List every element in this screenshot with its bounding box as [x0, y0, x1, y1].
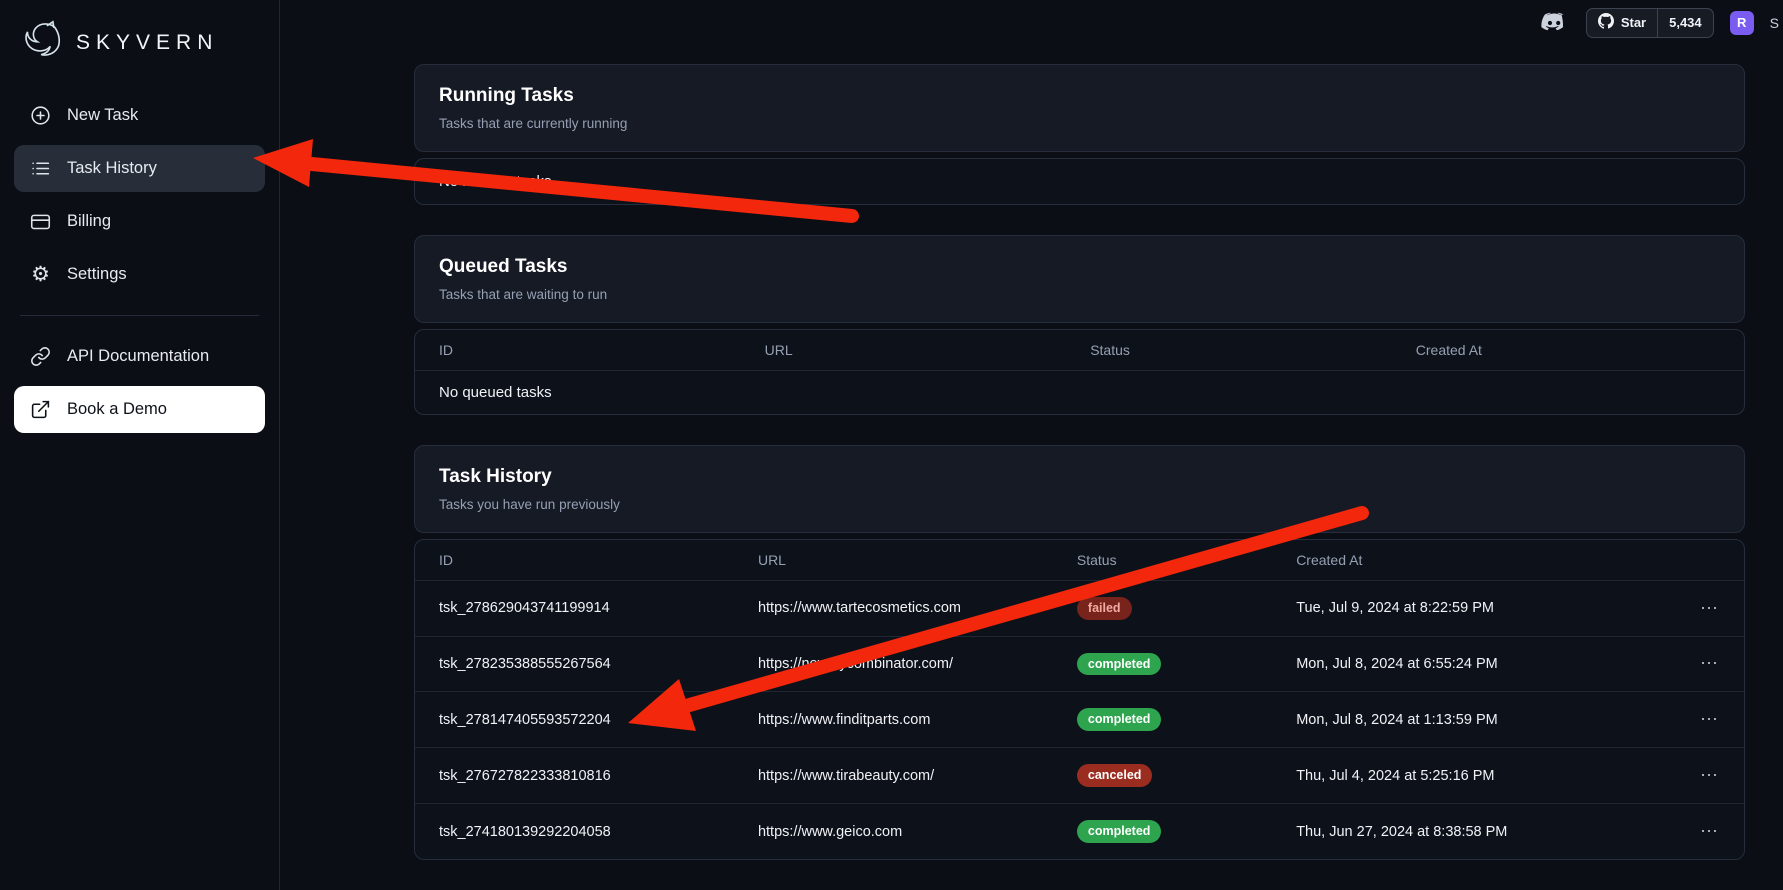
queued-tasks-empty-row: No queued tasks	[415, 370, 1744, 414]
external-link-icon	[29, 398, 52, 421]
row-actions-menu-icon[interactable]: ⋯	[1658, 748, 1744, 804]
book-a-demo-button[interactable]: Book a Demo	[14, 386, 265, 433]
status-badge: completed	[1077, 820, 1162, 843]
queued-tasks-subtitle: Tasks that are waiting to run	[439, 287, 1720, 302]
task-history-table: ID URL Status Created At tsk_27862904374…	[415, 540, 1744, 859]
sidebar-item-label: Settings	[67, 265, 127, 284]
task-created-at: Mon, Jul 8, 2024 at 6:55:24 PM	[1272, 636, 1657, 692]
sidebar-item-label: Book a Demo	[67, 400, 167, 419]
link-icon	[29, 345, 52, 368]
task-history-section: Task History Tasks you have run previous…	[414, 445, 1745, 860]
task-history-table-card: ID URL Status Created At tsk_27862904374…	[414, 539, 1745, 860]
row-actions-menu-icon[interactable]: ⋯	[1658, 580, 1744, 636]
queued-tasks-empty: No queued tasks	[415, 370, 1744, 414]
sidebar-item-label: Billing	[67, 212, 111, 231]
task-url: https://www.geico.com	[734, 804, 1053, 859]
task-id: tsk_278147405593572204	[415, 692, 734, 748]
sidebar-divider	[20, 315, 259, 316]
running-tasks-body: No running tasks	[414, 158, 1745, 205]
column-header-created-at: Created At	[1272, 540, 1657, 581]
task-created-at: Mon, Jul 8, 2024 at 1:13:59 PM	[1272, 692, 1657, 748]
task-row[interactable]: tsk_276727822333810816 https://www.tirab…	[415, 748, 1744, 804]
running-tasks-section: Running Tasks Tasks that are currently r…	[414, 64, 1745, 205]
partial-username: S	[1770, 15, 1779, 31]
task-row[interactable]: tsk_278235388555267564 https://news.ycom…	[415, 636, 1744, 692]
sidebar-item-new-task[interactable]: New Task	[14, 92, 265, 139]
github-star-count: 5,434	[1657, 9, 1713, 37]
task-created-at: Thu, Jun 27, 2024 at 8:38:58 PM	[1272, 804, 1657, 859]
task-id: tsk_278629043741199914	[415, 580, 734, 636]
list-icon	[29, 157, 52, 180]
discord-icon[interactable]	[1540, 11, 1570, 35]
task-history-header: Task History Tasks you have run previous…	[414, 445, 1745, 533]
plus-circle-icon	[29, 104, 52, 127]
task-row[interactable]: tsk_274180139292204058 https://www.geico…	[415, 804, 1744, 859]
sidebar-item-label: Task History	[67, 159, 157, 178]
github-star-label-part: Star	[1587, 9, 1657, 37]
sidebar-item-api-documentation[interactable]: API Documentation	[14, 333, 265, 380]
task-url: https://www.tartecosmetics.com	[734, 580, 1053, 636]
column-header-url: URL	[734, 540, 1053, 581]
task-history-title: Task History	[439, 466, 1720, 488]
status-badge: completed	[1077, 653, 1162, 676]
task-id: tsk_276727822333810816	[415, 748, 734, 804]
gear-icon: ⚙	[29, 263, 52, 286]
column-header-id: ID	[415, 540, 734, 581]
github-star-label: Star	[1621, 15, 1646, 30]
queued-tasks-header: Queued Tasks Tasks that are waiting to r…	[414, 235, 1745, 323]
task-row[interactable]: tsk_278629043741199914 https://www.tarte…	[415, 580, 1744, 636]
column-header-created-at: Created At	[1392, 330, 1744, 371]
column-header-id: ID	[415, 330, 741, 371]
column-header-actions	[1658, 540, 1744, 581]
app-root: SKYVERN New Task Task History	[0, 0, 1783, 890]
queued-tasks-table: ID URL Status Created At No queued tasks	[415, 330, 1744, 414]
task-history-subtitle: Tasks you have run previously	[439, 497, 1720, 512]
topbar: Star 5,434 R S	[280, 0, 1783, 46]
sidebar-item-billing[interactable]: Billing	[14, 198, 265, 245]
queued-tasks-header-row: ID URL Status Created At	[415, 330, 1744, 371]
task-created-at: Thu, Jul 4, 2024 at 5:25:16 PM	[1272, 748, 1657, 804]
queued-tasks-section: Queued Tasks Tasks that are waiting to r…	[414, 235, 1745, 415]
credit-card-icon	[29, 210, 52, 233]
queued-tasks-title: Queued Tasks	[439, 256, 1720, 278]
task-id: tsk_278235388555267564	[415, 636, 734, 692]
column-header-status: Status	[1066, 330, 1392, 371]
avatar[interactable]: R	[1730, 11, 1754, 35]
status-badge: completed	[1077, 708, 1162, 731]
content: Running Tasks Tasks that are currently r…	[280, 46, 1783, 890]
status-badge: failed	[1077, 597, 1132, 620]
main-area: Star 5,434 R S Running Tasks Tasks that …	[280, 0, 1783, 890]
github-star-button[interactable]: Star 5,434	[1586, 8, 1714, 38]
running-tasks-title: Running Tasks	[439, 85, 1720, 107]
queued-tasks-table-card: ID URL Status Created At No queued tasks	[414, 329, 1745, 415]
running-tasks-empty: No running tasks	[415, 159, 1744, 204]
row-actions-menu-icon[interactable]: ⋯	[1658, 804, 1744, 859]
task-row[interactable]: tsk_278147405593572204 https://www.findi…	[415, 692, 1744, 748]
task-url: https://www.tirabeauty.com/	[734, 748, 1053, 804]
sidebar-item-task-history[interactable]: Task History	[14, 145, 265, 192]
sidebar-item-settings[interactable]: ⚙ Settings	[14, 251, 265, 298]
github-icon	[1598, 13, 1614, 32]
sidebar-item-label: New Task	[67, 106, 138, 125]
sidebar: SKYVERN New Task Task History	[0, 0, 280, 890]
brand-name: SKYVERN	[76, 31, 218, 55]
status-badge: canceled	[1077, 764, 1153, 787]
task-history-header-row: ID URL Status Created At	[415, 540, 1744, 581]
sidebar-item-label: API Documentation	[67, 347, 209, 366]
task-created-at: Tue, Jul 9, 2024 at 8:22:59 PM	[1272, 580, 1657, 636]
skyvern-logo[interactable]: SKYVERN	[12, 14, 267, 89]
skyvern-dragon-icon	[20, 20, 64, 65]
task-url: https://www.finditparts.com	[734, 692, 1053, 748]
column-header-status: Status	[1053, 540, 1272, 581]
column-header-url: URL	[741, 330, 1067, 371]
row-actions-menu-icon[interactable]: ⋯	[1658, 692, 1744, 748]
task-id: tsk_274180139292204058	[415, 804, 734, 859]
running-tasks-header: Running Tasks Tasks that are currently r…	[414, 64, 1745, 152]
row-actions-menu-icon[interactable]: ⋯	[1658, 636, 1744, 692]
task-url: https://news.ycombinator.com/	[734, 636, 1053, 692]
running-tasks-subtitle: Tasks that are currently running	[439, 116, 1720, 131]
